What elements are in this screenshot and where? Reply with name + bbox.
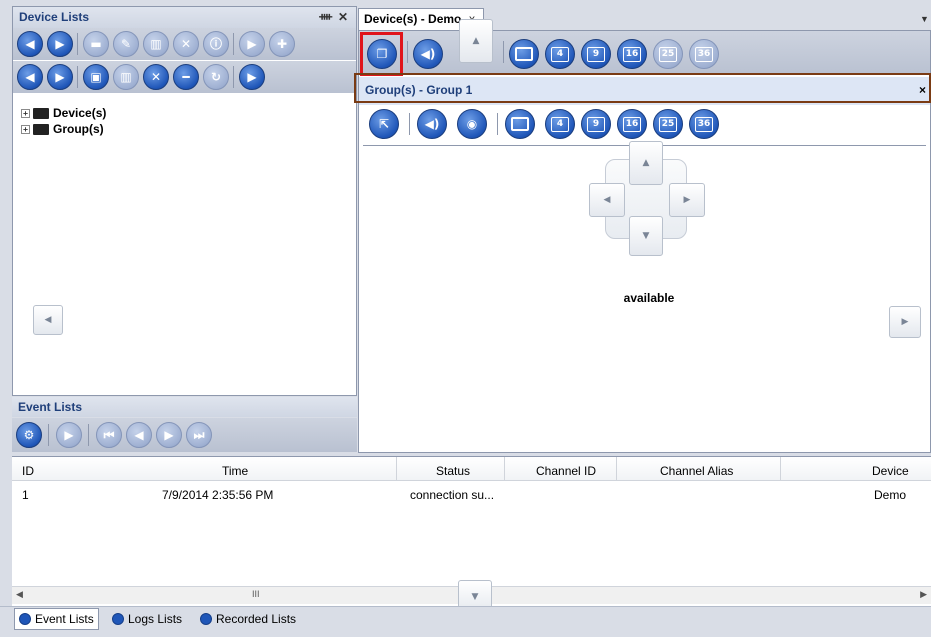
- event-lists-title: Event Lists: [12, 397, 357, 417]
- ptz-up-button[interactable]: ▲: [629, 141, 663, 185]
- single-view-icon[interactable]: [509, 39, 539, 69]
- column-divider: [616, 457, 617, 481]
- column-header-id[interactable]: ID: [22, 464, 34, 478]
- add-icon[interactable]: ✚: [269, 31, 295, 57]
- tree-item-label: Device(s): [53, 106, 107, 120]
- back-icon[interactable]: ◀: [17, 31, 43, 57]
- column-header-channel-alias[interactable]: Channel Alias: [660, 464, 733, 478]
- viewer-tab-label: Device(s) - Demo: [364, 12, 462, 26]
- logs-lists-icon: [112, 613, 124, 625]
- pin-icon[interactable]: ᚓ: [319, 7, 332, 27]
- tree-item-groups[interactable]: + Group(s): [21, 121, 104, 137]
- first-page-icon[interactable]: ⏮: [96, 422, 122, 448]
- prev-page-icon[interactable]: ◀: [126, 422, 152, 448]
- monitor-icon[interactable]: ▣: [83, 64, 109, 90]
- play-icon[interactable]: ▶: [239, 31, 265, 57]
- back-icon[interactable]: ◀: [17, 64, 43, 90]
- last-page-icon[interactable]: ⏭: [186, 422, 212, 448]
- layout-4-icon[interactable]: 4: [545, 39, 575, 69]
- tab-event-lists[interactable]: Event Lists: [14, 608, 99, 630]
- next-page-icon[interactable]: ▶: [156, 422, 182, 448]
- exit-fullscreen-icon[interactable]: ⇱: [369, 109, 399, 139]
- minus-icon[interactable]: ━: [173, 64, 199, 90]
- delete-icon[interactable]: ▥: [143, 31, 169, 57]
- scroll-left-icon[interactable]: ◀: [16, 589, 23, 600]
- single-view-icon[interactable]: [505, 109, 535, 139]
- refresh-icon[interactable]: ↻: [203, 64, 229, 90]
- group-toolbar: ⇱ ◀) ◉ 4 9 16 25 36: [359, 105, 930, 145]
- device-lists-title-text: Device Lists: [19, 10, 90, 24]
- event-lists-title-text: Event Lists: [18, 400, 83, 414]
- layout-16-icon[interactable]: 16: [617, 39, 647, 69]
- highlight-group-header: [354, 73, 931, 103]
- layout-36-icon[interactable]: 36: [689, 109, 719, 139]
- layout-25-icon[interactable]: 25: [653, 109, 683, 139]
- column-header-time[interactable]: Time: [222, 464, 248, 478]
- audio-icon[interactable]: ◀): [417, 109, 447, 139]
- cell-time: 7/9/2014 2:35:56 PM: [162, 488, 274, 502]
- tab-logs-lists[interactable]: Logs Lists: [112, 608, 182, 630]
- scroll-right-button[interactable]: ▶: [889, 306, 921, 338]
- scroll-left-button[interactable]: ◀: [33, 305, 63, 335]
- status-text: available: [623, 291, 675, 305]
- device-toolbar-1: ◀ ▶ ▬ ✎ ▥ ✕ ⓘ ▶ ✚: [13, 28, 356, 60]
- ptz-down-button[interactable]: ▼: [629, 216, 663, 256]
- scroll-grip-icon: III: [252, 589, 260, 599]
- layout-4-icon[interactable]: 4: [545, 109, 575, 139]
- play-icon[interactable]: ▶: [56, 422, 82, 448]
- device-lists-panel: Device Lists ᚓ ✕ ◀ ▶ ▬ ✎ ▥ ✕ ⓘ ▶ ✚ ◀ ▶ ▣…: [12, 6, 357, 396]
- layout-16-icon[interactable]: 16: [617, 109, 647, 139]
- event-lists-icon: [19, 613, 31, 625]
- play-icon[interactable]: ▶: [239, 64, 265, 90]
- column-divider: [780, 457, 781, 481]
- folder-icon: [33, 123, 49, 135]
- column-header-device[interactable]: Device: [872, 464, 909, 478]
- viewer-toolbar: ❐ ◀) ▲ 4 9 16 25 36: [359, 19, 930, 75]
- column-header-status[interactable]: Status: [436, 464, 470, 478]
- remove-icon[interactable]: ✕: [143, 64, 169, 90]
- scroll-up-button[interactable]: ▲: [459, 19, 493, 63]
- tab-label: Logs Lists: [128, 612, 183, 626]
- table-header: [12, 457, 931, 481]
- info-icon[interactable]: ⓘ: [203, 31, 229, 57]
- tab-label: Event Lists: [35, 612, 94, 626]
- cell-id: 1: [22, 488, 29, 502]
- forward-icon[interactable]: ▶: [47, 31, 73, 57]
- edit-icon[interactable]: ✎: [113, 31, 139, 57]
- layout-25-icon[interactable]: 25: [653, 39, 683, 69]
- recorded-lists-icon: [200, 613, 212, 625]
- table-row[interactable]: 1 7/9/2014 2:35:56 PM connection su... D…: [12, 488, 931, 506]
- tab-overflow-icon[interactable]: ▼: [920, 14, 929, 24]
- event-toolbar: ⚙ ▶ ⏮ ◀ ▶ ⏭: [12, 418, 357, 452]
- cell-status: connection su...: [410, 488, 495, 502]
- event-settings-icon[interactable]: ⚙: [16, 422, 42, 448]
- column-divider: [504, 457, 505, 481]
- expand-icon[interactable]: +: [21, 124, 30, 134]
- expand-icon[interactable]: +: [21, 108, 30, 118]
- scroll-right-icon[interactable]: ▶: [920, 589, 927, 600]
- tab-recorded-lists[interactable]: Recorded Lists: [200, 608, 296, 630]
- column-header-channel-id[interactable]: Channel ID: [536, 464, 596, 478]
- column-divider: [396, 457, 397, 481]
- forward-icon[interactable]: ▶: [47, 64, 73, 90]
- cell-device: Demo: [874, 488, 907, 502]
- layout-36-icon[interactable]: 36: [689, 39, 719, 69]
- highlight-restore-button: [360, 32, 403, 76]
- device-lists-title: Device Lists ᚓ ✕: [13, 7, 356, 28]
- close-icon[interactable]: ✕: [338, 7, 348, 27]
- layout-9-icon[interactable]: 9: [581, 39, 611, 69]
- tab-label: Recorded Lists: [216, 612, 297, 626]
- audio-icon[interactable]: ◀): [413, 39, 443, 69]
- remove-icon[interactable]: ✕: [173, 31, 199, 57]
- layout-9-icon[interactable]: 9: [581, 109, 611, 139]
- save-icon[interactable]: ▬: [83, 31, 109, 57]
- delete-icon[interactable]: ▥: [113, 64, 139, 90]
- tree-item-label: Group(s): [53, 122, 104, 136]
- ptz-left-button[interactable]: ◀: [589, 183, 625, 217]
- camera-icon[interactable]: ◉: [457, 109, 487, 139]
- tree-item-devices[interactable]: + Device(s): [21, 105, 106, 121]
- device-toolbar-2: ◀ ▶ ▣ ▥ ✕ ━ ↻ ▶: [13, 61, 356, 93]
- device-icon: [33, 107, 49, 119]
- ptz-right-button[interactable]: ▶: [669, 183, 705, 217]
